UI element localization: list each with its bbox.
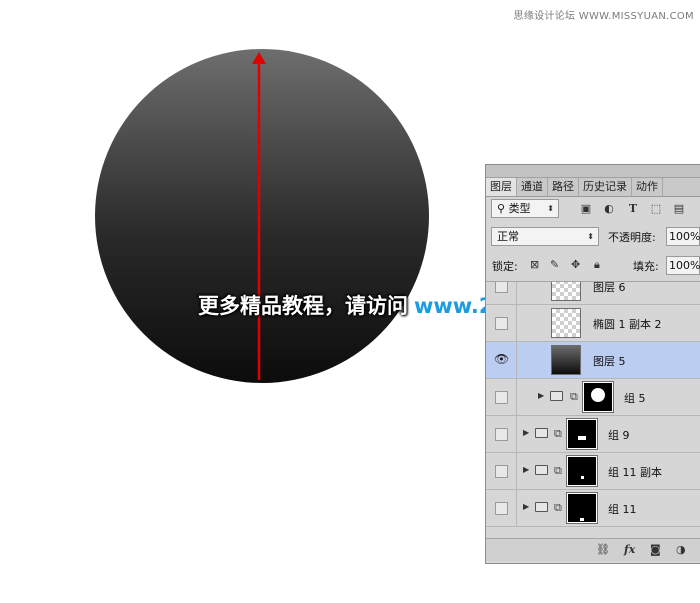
visibility-toggle[interactable] bbox=[486, 416, 517, 452]
mask-shape bbox=[580, 518, 584, 521]
visibility-toggle[interactable] bbox=[486, 490, 517, 526]
hidden-box-icon bbox=[495, 428, 508, 441]
mask-shape bbox=[578, 436, 586, 440]
layer-thumbnail bbox=[551, 282, 581, 301]
lock-all-icon[interactable]: 🔒︎ bbox=[594, 258, 600, 272]
expand-arrow-icon[interactable]: ▶ bbox=[538, 391, 544, 400]
updown-arrow-icon: ⬍ bbox=[547, 204, 554, 213]
layer-name: 组 5 bbox=[624, 392, 646, 405]
tab-history[interactable]: 历史记录 bbox=[579, 178, 632, 196]
visibility-toggle[interactable] bbox=[486, 453, 517, 489]
panel-tabs: 图层 通道 路径 历史记录 动作 bbox=[486, 178, 700, 197]
updown-arrow-icon: ⬍ bbox=[587, 232, 594, 241]
expand-arrow-icon[interactable]: ▶ bbox=[523, 465, 529, 474]
lock-label: 锁定: bbox=[492, 260, 518, 273]
add-mask-icon[interactable]: ◙ bbox=[650, 543, 661, 556]
mask-thumbnail[interactable] bbox=[566, 492, 598, 524]
blend-mode-value: 正常 bbox=[497, 230, 519, 243]
eye-icon: 👁︎ bbox=[494, 352, 510, 366]
layer-filter-select[interactable]: ⚲ 类型 ⬍ bbox=[491, 199, 559, 218]
layer-row[interactable]: ▶ ⧉ 组 11 bbox=[486, 490, 700, 527]
opacity-label: 不透明度: bbox=[608, 231, 656, 244]
hidden-box-icon bbox=[495, 391, 508, 404]
folder-icon bbox=[550, 391, 563, 401]
lock-transparent-icon[interactable]: ⊠ bbox=[530, 258, 539, 271]
layer-name: 组 11 副本 bbox=[608, 466, 662, 479]
mask-thumbnail[interactable] bbox=[566, 455, 598, 487]
layer-row[interactable]: 👁︎ 图层 5 bbox=[486, 342, 700, 379]
visibility-toggle[interactable]: 👁︎ bbox=[486, 342, 517, 378]
mask-thumbnail[interactable] bbox=[582, 381, 614, 413]
tab-channels[interactable]: 通道 bbox=[517, 178, 548, 196]
text-filter-icon[interactable]: T bbox=[626, 202, 640, 216]
hidden-box-icon bbox=[495, 502, 508, 515]
hidden-box-icon bbox=[495, 282, 508, 293]
smart-object-filter-icon[interactable]: ▤ bbox=[672, 202, 686, 216]
hidden-box-icon bbox=[495, 465, 508, 478]
filter-select-value: 类型 bbox=[508, 202, 531, 215]
fx-icon[interactable]: fx bbox=[624, 543, 635, 556]
promo-text: 更多精品教程，请访问 bbox=[198, 294, 408, 318]
opacity-input[interactable]: 100% bbox=[666, 227, 700, 246]
image-filter-icon[interactable]: ▣ bbox=[579, 202, 593, 216]
folder-icon bbox=[535, 428, 548, 438]
tab-paths[interactable]: 路径 bbox=[548, 178, 579, 196]
fill-input[interactable]: 100% bbox=[666, 256, 700, 275]
folder-icon bbox=[535, 465, 548, 475]
panel-drag-bar[interactable] bbox=[486, 165, 700, 178]
mask-shape bbox=[591, 388, 605, 402]
layers-panel: 图层 通道 路径 历史记录 动作 ⚲ 类型 ⬍ ▣ ◐ T ⬚ ▤ 正常 ⬍ 不… bbox=[485, 164, 700, 564]
link-icon[interactable]: ⧉ bbox=[570, 390, 578, 404]
folder-icon bbox=[535, 502, 548, 512]
tab-actions[interactable]: 动作 bbox=[632, 178, 663, 196]
visibility-toggle[interactable] bbox=[486, 305, 517, 341]
mask-shape bbox=[581, 476, 584, 479]
shape-filter-icon[interactable]: ⬚ bbox=[649, 202, 663, 216]
link-icon[interactable]: ⧉ bbox=[554, 501, 562, 515]
layer-thumbnail bbox=[551, 345, 581, 375]
layer-row[interactable]: ▶ ⧉ 组 11 副本 bbox=[486, 453, 700, 490]
mask-thumbnail[interactable] bbox=[566, 418, 598, 450]
layer-thumbnail bbox=[551, 308, 581, 338]
expand-arrow-icon[interactable]: ▶ bbox=[523, 502, 529, 511]
layer-row[interactable]: ▶ ⧉ 组 5 bbox=[486, 379, 700, 416]
layer-name: 图层 6 bbox=[593, 281, 626, 294]
lock-paint-icon[interactable]: ✎ bbox=[550, 258, 559, 271]
layer-name: 组 9 bbox=[608, 429, 630, 442]
layer-name: 图层 5 bbox=[593, 355, 626, 368]
layer-list: 图层 6 椭圆 1 副本 2 👁︎ 图层 5 ▶ ⧉ 组 5 ▶ ⧉ 组 9 ▶… bbox=[486, 281, 700, 539]
lock-position-icon[interactable]: ✥ bbox=[571, 258, 580, 271]
fill-label: 填充: bbox=[633, 260, 659, 273]
gradient-circle bbox=[95, 49, 429, 383]
link-icon[interactable]: ⧉ bbox=[554, 427, 562, 441]
link-icon[interactable]: ⧉ bbox=[554, 464, 562, 478]
layer-row[interactable]: 椭圆 1 副本 2 bbox=[486, 305, 700, 342]
panel-footer: ⛓︎ fx ◙ ◑ bbox=[486, 538, 700, 561]
expand-arrow-icon[interactable]: ▶ bbox=[523, 428, 529, 437]
layer-name: 组 11 bbox=[608, 503, 637, 516]
layer-row[interactable]: ▶ ⧉ 组 9 bbox=[486, 416, 700, 453]
hidden-box-icon bbox=[495, 317, 508, 330]
tab-layers[interactable]: 图层 bbox=[486, 178, 517, 196]
adjustment-filter-icon[interactable]: ◐ bbox=[602, 202, 616, 216]
search-icon: ⚲ bbox=[497, 202, 506, 215]
adjustment-layer-icon[interactable]: ◑ bbox=[676, 543, 686, 556]
layer-row[interactable]: 图层 6 bbox=[486, 281, 700, 305]
layer-name: 椭圆 1 副本 2 bbox=[593, 318, 662, 331]
visibility-toggle[interactable] bbox=[486, 282, 517, 304]
link-layers-icon[interactable]: ⛓︎ bbox=[596, 543, 610, 556]
blend-mode-select[interactable]: 正常 ⬍ bbox=[491, 227, 599, 246]
visibility-toggle[interactable] bbox=[486, 379, 517, 415]
